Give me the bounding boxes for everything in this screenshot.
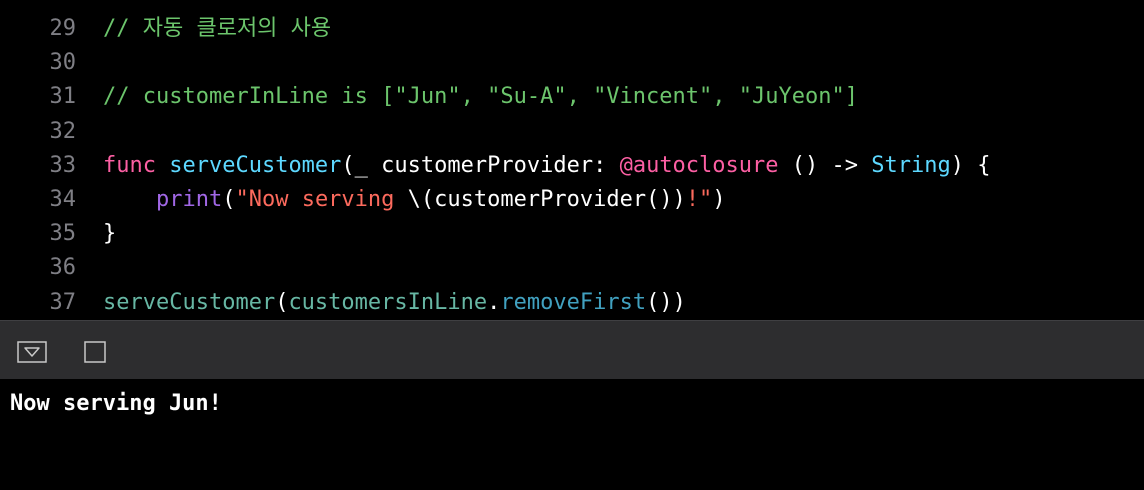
clear-console-icon — [84, 341, 106, 363]
code-text: } — [103, 217, 116, 251]
hide-debug-area-button[interactable] — [17, 341, 47, 363]
code-token: // customerInLine is ["Jun", "Su-A", "Vi… — [103, 84, 858, 110]
code-token: ) { — [950, 152, 991, 178]
code-line[interactable]: 35} — [0, 217, 1144, 251]
line-number: 30 — [49, 50, 77, 76]
code-line[interactable]: 34 print("Now serving \(customerProvider… — [0, 183, 1144, 217]
code-token: . — [487, 289, 501, 315]
code-line[interactable]: 31 // customerInLine is ["Jun", "Su-A", "… — [0, 80, 1144, 114]
hide-debug-area-icon — [17, 341, 47, 363]
code-token: "Now serving — [235, 187, 408, 212]
code-text: // 자동 클로저의 사용 — [103, 12, 331, 46]
line-number: 32 — [49, 118, 77, 144]
code-token: } — [103, 221, 117, 247]
code-token: ) — [712, 187, 726, 212]
line-number: 35 — [49, 221, 77, 247]
code-text: func serveCustomer(_ customerProvider: @… — [103, 149, 990, 183]
code-text: serveCustomer(customersInLine.removeFirs… — [103, 286, 686, 320]
code-token: customersInLine — [288, 289, 488, 315]
code-token: \(customerProvider()) — [407, 187, 686, 212]
code-line[interactable]: 36 — [0, 251, 1144, 285]
code-token: String — [871, 152, 951, 178]
console-output: Now serving Jun! — [10, 391, 222, 416]
code-token: serveCustomer — [103, 289, 276, 315]
code-line[interactable]: 37 serveCustomer(customersInLine.removeFi… — [0, 286, 1144, 320]
code-token: ( — [275, 289, 289, 315]
code-token: removeFirst — [500, 289, 647, 315]
code-text: print("Now serving \(customerProvider())… — [103, 183, 726, 217]
code-token: () -> — [778, 152, 872, 178]
line-number: 29 — [49, 16, 77, 41]
code-line[interactable]: 33 func serveCustomer(_ customerProvider:… — [0, 149, 1144, 183]
debug-bar — [0, 320, 1144, 379]
code-token: (_ customerProvider: — [341, 152, 620, 178]
line-number: 31 — [49, 84, 77, 110]
code-token: !" — [685, 187, 713, 212]
code-token: ( — [222, 187, 236, 212]
code-token: func — [103, 152, 170, 178]
line-number: 37 — [49, 289, 77, 315]
code-line[interactable]: 29 // 자동 클로저의 사용 — [0, 12, 1144, 46]
code-token: @autoclosure — [619, 152, 779, 178]
line-number: 36 — [49, 255, 77, 281]
line-number: 33 — [49, 152, 77, 178]
code-line[interactable]: 32 — [0, 115, 1144, 149]
console-area[interactable]: Now serving Jun! — [0, 379, 1144, 490]
code-token: ()) — [646, 289, 686, 315]
code-token: // 자동 클로저의 사용 — [103, 16, 332, 41]
code-line[interactable]: 30 — [0, 46, 1144, 80]
clear-console-button[interactable] — [84, 341, 114, 363]
code-token: print — [155, 187, 223, 212]
line-number: 34 — [49, 187, 77, 212]
code-text: // customerInLine is ["Jun", "Su-A", "Vi… — [103, 80, 858, 114]
code-editor[interactable]: 29 // 자동 클로저의 사용 30 31 // customerInLine is … — [0, 0, 1144, 320]
code-token: serveCustomer — [169, 152, 342, 178]
